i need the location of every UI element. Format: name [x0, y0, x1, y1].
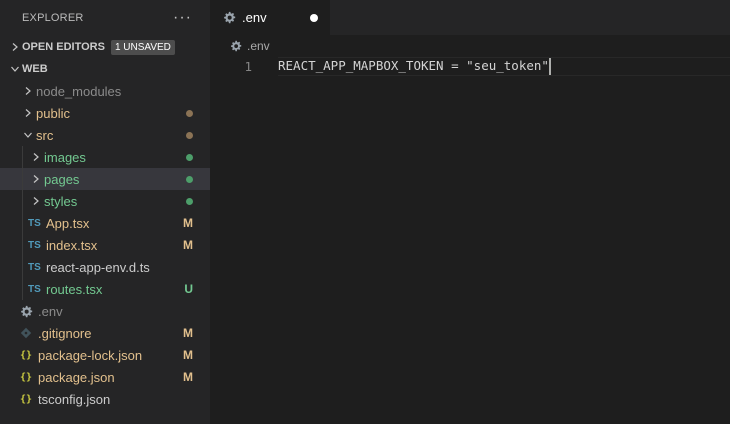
- tab-env[interactable]: .env: [210, 0, 330, 35]
- folder-images[interactable]: images: [0, 146, 210, 168]
- chevron-right-icon: [8, 42, 22, 52]
- tree-item-label: index.tsx: [46, 237, 98, 253]
- open-editors-label: OPEN EDITORS: [22, 41, 105, 53]
- more-actions-icon[interactable]: ···: [173, 9, 192, 27]
- file-app-tsx[interactable]: TS App.tsx M: [0, 212, 210, 234]
- json-file-icon: {}: [20, 393, 33, 405]
- chevron-right-icon: [20, 108, 36, 118]
- git-status-badge: M: [183, 348, 193, 362]
- breadcrumb[interactable]: .env: [210, 35, 730, 57]
- indent-guide: [22, 256, 23, 278]
- tree-item-label: package.json: [38, 369, 115, 385]
- tree-item-label: .gitignore: [38, 325, 92, 341]
- file-routes-tsx[interactable]: TS routes.tsx U: [0, 278, 210, 300]
- breadcrumb-file: .env: [247, 39, 270, 53]
- git-status-dot-icon: [186, 175, 193, 183]
- typescript-file-icon: TS: [28, 261, 41, 273]
- explorer-title: EXPLORER: [22, 12, 84, 24]
- open-editors-section[interactable]: OPEN EDITORS 1 UNSAVED: [0, 36, 210, 58]
- file-package-json[interactable]: {} package.json M: [0, 366, 210, 388]
- folder-node-modules[interactable]: node_modules: [0, 80, 210, 102]
- json-file-icon: {}: [20, 349, 33, 361]
- indent-guide: [22, 146, 23, 168]
- file-env[interactable]: .env: [0, 300, 210, 322]
- git-status-badge: U: [184, 282, 193, 296]
- explorer-sidebar: EXPLORER ··· OPEN EDITORS 1 UNSAVED WEB …: [0, 0, 210, 424]
- git-status-dot-icon: [186, 153, 193, 161]
- folder-pages[interactable]: pages: [0, 168, 210, 190]
- gear-icon: [230, 40, 242, 52]
- tree-item-label: images: [44, 149, 86, 165]
- tab-label: .env: [242, 10, 267, 25]
- indent-guide: [22, 168, 23, 190]
- git-status-badge: M: [183, 238, 193, 252]
- chevron-right-icon: [28, 196, 44, 206]
- chevron-right-icon: [20, 86, 36, 96]
- code-editor[interactable]: 1 REACT_APP_MAPBOX_TOKEN = "seu_token": [210, 57, 730, 76]
- chevron-down-icon: [8, 64, 22, 74]
- tree-item-label: tsconfig.json: [38, 391, 111, 407]
- git-status-dot-icon: [186, 197, 193, 205]
- unsaved-badge: 1 UNSAVED: [110, 39, 175, 55]
- git-status-dot-icon: [186, 109, 193, 117]
- tree-item-label: pages: [44, 171, 80, 187]
- vscode-window: EXPLORER ··· OPEN EDITORS 1 UNSAVED WEB …: [0, 0, 730, 424]
- file-index-tsx[interactable]: TS index.tsx M: [0, 234, 210, 256]
- typescript-file-icon: TS: [28, 239, 41, 251]
- current-line-highlight: [278, 57, 730, 76]
- tree-item-label: react-app-env.d.ts: [46, 259, 150, 275]
- typescript-file-icon: TS: [28, 283, 41, 295]
- tree-item-label: node_modules: [36, 83, 122, 99]
- file-package-lock-json[interactable]: {} package-lock.json M: [0, 344, 210, 366]
- tree-item-label: .env: [38, 303, 63, 319]
- folder-public[interactable]: public: [0, 102, 210, 124]
- file-react-app-env-d-ts[interactable]: TS react-app-env.d.ts: [0, 256, 210, 278]
- tab-bar: .env: [210, 0, 730, 35]
- tree-item-label: routes.tsx: [46, 281, 103, 297]
- tree-item-label: App.tsx: [46, 215, 90, 231]
- workspace-label: WEB: [22, 63, 48, 75]
- code-line[interactable]: 1 REACT_APP_MAPBOX_TOKEN = "seu_token": [210, 57, 730, 76]
- tree-item-label: styles: [44, 193, 78, 209]
- workspace-section[interactable]: WEB: [0, 58, 210, 80]
- file-tsconfig-json[interactable]: {} tsconfig.json: [0, 388, 210, 410]
- indent-guide: [22, 278, 23, 300]
- chevron-right-icon: [28, 152, 44, 162]
- unsaved-dot-icon[interactable]: [310, 14, 318, 22]
- folder-styles[interactable]: styles: [0, 190, 210, 212]
- line-number: 1: [244, 59, 252, 74]
- tree-item-label: public: [36, 105, 70, 121]
- editor-area: .env .env 1 REACT_APP_MAPBOX_TOKEN = "se…: [210, 0, 730, 424]
- explorer-header: EXPLORER ···: [0, 0, 210, 36]
- json-file-icon: {}: [20, 371, 33, 383]
- tree-item-label: src: [36, 127, 54, 143]
- git-icon: [20, 327, 36, 339]
- git-status-dot-icon: [186, 131, 193, 139]
- typescript-file-icon: TS: [28, 217, 41, 229]
- tree-item-label: package-lock.json: [38, 347, 143, 363]
- git-status-badge: M: [183, 326, 193, 340]
- gear-icon: [223, 11, 236, 24]
- file-gitignore[interactable]: .gitignore M: [0, 322, 210, 344]
- indent-guide: [22, 190, 23, 212]
- chevron-right-icon: [28, 174, 44, 184]
- git-status-badge: M: [183, 216, 193, 230]
- git-status-badge: M: [183, 370, 193, 384]
- chevron-down-icon: [20, 130, 36, 140]
- folder-src[interactable]: src: [0, 124, 210, 146]
- gear-icon: [20, 305, 36, 318]
- indent-guide: [22, 234, 23, 256]
- file-tree: node_modules public src images pages styles TS…: [0, 80, 210, 410]
- indent-guide: [22, 212, 23, 234]
